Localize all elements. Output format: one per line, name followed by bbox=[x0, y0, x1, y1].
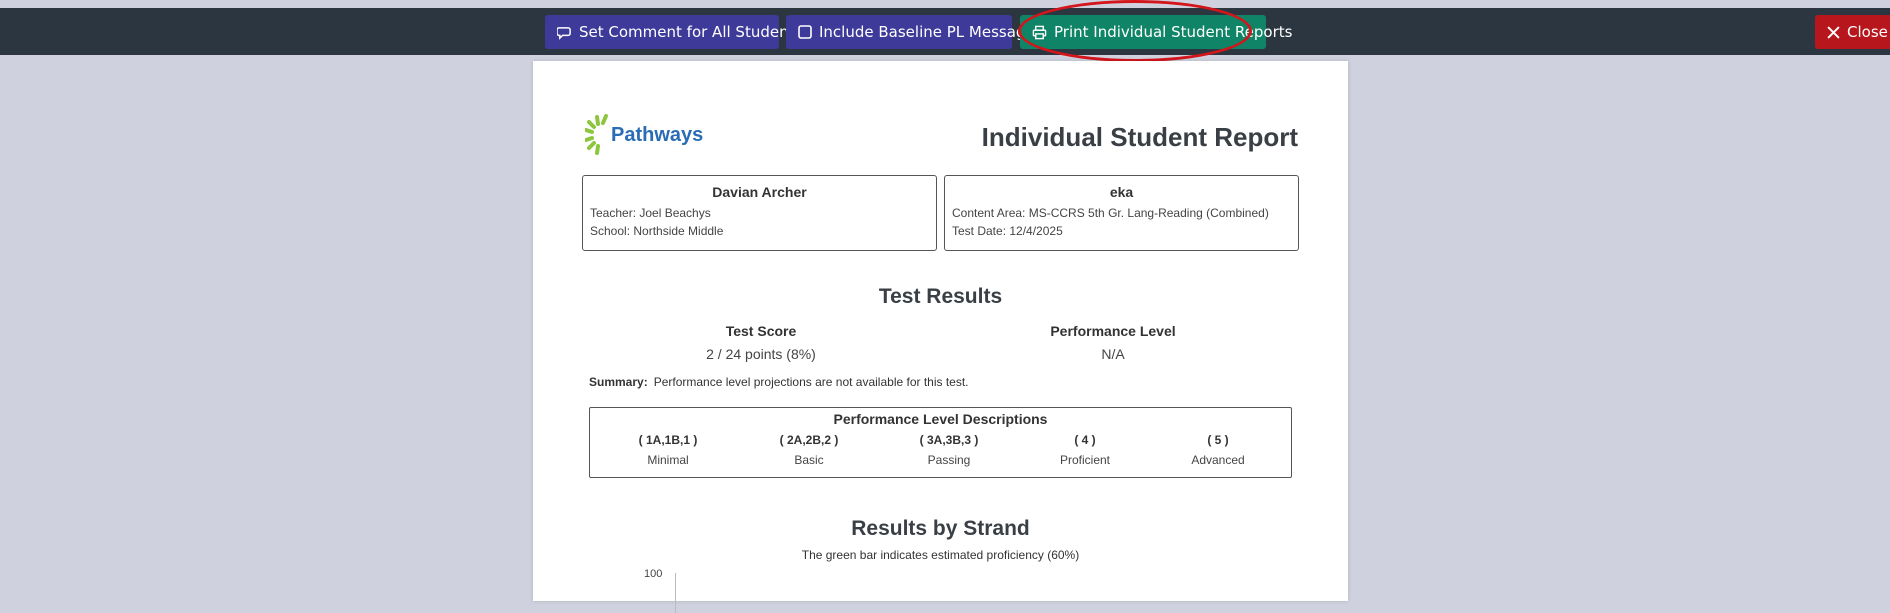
report-title: Individual Student Report bbox=[981, 122, 1298, 152]
level-name: Basic bbox=[794, 453, 824, 467]
print-reports-label: Print Individual Student Reports bbox=[1054, 23, 1293, 41]
content-area-text: Content Area: MS-CCRS 5th Gr. Lang-Readi… bbox=[952, 206, 1269, 220]
set-comment-label: Set Comment for All Students bbox=[579, 23, 803, 41]
set-comment-button[interactable]: Set Comment for All Students bbox=[545, 15, 802, 49]
level-name: Advanced bbox=[1191, 453, 1245, 467]
report-page: Pathways Individual Student Report Davia… bbox=[533, 61, 1348, 613]
performance-level-label: Performance Level bbox=[1050, 323, 1176, 339]
level-name: Minimal bbox=[647, 453, 689, 467]
test-results-title: Test Results bbox=[878, 285, 1003, 308]
close-icon bbox=[1827, 25, 1840, 39]
pathways-logo: Pathways bbox=[585, 113, 703, 157]
test-date-text: Test Date: 12/4/2025 bbox=[952, 224, 1063, 238]
test-info-box: eka Content Area: MS-CCRS 5th Gr. Lang-R… bbox=[944, 175, 1299, 251]
close-label: Close bbox=[1847, 23, 1888, 41]
include-baseline-toggle[interactable]: Include Baseline PL Message bbox=[786, 15, 1035, 49]
print-reports-button[interactable]: Print Individual Student Reports bbox=[1020, 15, 1292, 49]
level-advanced: ( 5 ) Advanced bbox=[1158, 433, 1278, 467]
level-code: ( 3A,3B,3 ) bbox=[919, 433, 979, 447]
student-name: Davian Archer bbox=[712, 184, 807, 200]
comment-icon bbox=[557, 25, 572, 40]
proficiency-note: The green bar indicates estimated profic… bbox=[801, 548, 1080, 562]
school-text: School: Northside Middle bbox=[590, 224, 724, 238]
summary-label: Summary: bbox=[589, 375, 648, 389]
teacher-text: Teacher: Joel Beachys bbox=[590, 206, 711, 220]
level-name: Passing bbox=[927, 453, 971, 467]
test-score-block: Test Score 2 / 24 points (8%) bbox=[661, 323, 861, 362]
strand-results-title: Results by Strand bbox=[851, 517, 1030, 540]
sunburst-icon bbox=[585, 114, 608, 155]
test-name: eka bbox=[1109, 184, 1134, 200]
performance-level-block: Performance Level N/A bbox=[1013, 323, 1213, 362]
y-axis-line bbox=[675, 573, 676, 613]
logo-text: Pathways bbox=[611, 123, 704, 146]
level-code: ( 5 ) bbox=[1207, 433, 1229, 447]
y-axis-tick: 100 bbox=[644, 568, 663, 580]
student-info-box: Davian Archer Teacher: Joel Beachys Scho… bbox=[582, 175, 937, 251]
level-name: Proficient bbox=[1059, 453, 1111, 467]
level-basic: ( 2A,2B,2 ) Basic bbox=[749, 433, 869, 467]
level-code: ( 2A,2B,2 ) bbox=[779, 433, 839, 447]
level-code: ( 1A,1B,1 ) bbox=[638, 433, 698, 447]
test-score-value: 2 / 24 points (8%) bbox=[706, 346, 816, 362]
summary-text: Performance level projections are not av… bbox=[653, 375, 969, 389]
level-proficient: ( 4 ) Proficient bbox=[1025, 433, 1145, 467]
printer-icon bbox=[1032, 25, 1047, 40]
test-score-label: Test Score bbox=[725, 323, 797, 339]
summary: Summary: Performance level projections ar… bbox=[589, 375, 969, 389]
pld-title: Performance Level Descriptions bbox=[833, 411, 1048, 427]
include-baseline-label: Include Baseline PL Message bbox=[819, 23, 1035, 41]
performance-level-value: N/A bbox=[1101, 346, 1125, 362]
level-passing: ( 3A,3B,3 ) Passing bbox=[889, 433, 1009, 467]
close-button[interactable]: Close bbox=[1815, 15, 1890, 49]
level-minimal: ( 1A,1B,1 ) Minimal bbox=[608, 433, 728, 467]
toolbar: Set Comment for All Students Include Bas… bbox=[0, 8, 1890, 55]
checkbox-icon[interactable] bbox=[798, 25, 812, 39]
level-code: ( 4 ) bbox=[1074, 433, 1096, 447]
performance-level-descriptions: Performance Level Descriptions ( 1A,1B,1… bbox=[589, 407, 1292, 478]
